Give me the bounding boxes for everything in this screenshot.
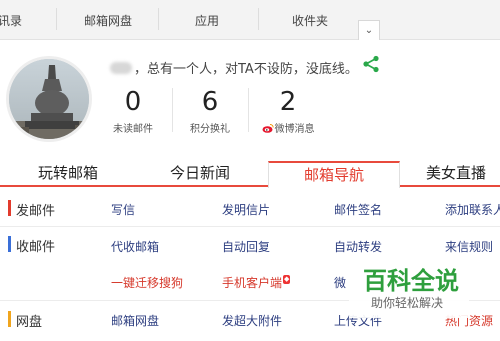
nav-item-apps[interactable]: 应用 <box>195 12 219 29</box>
link-migrate-sogou[interactable]: 一键迁移搜狗 <box>111 274 183 291</box>
nav-item-contacts[interactable]: 讯录 <box>0 12 22 29</box>
tab-today-news[interactable]: 今日新闻 <box>140 161 260 187</box>
section-title-send: 发邮件 <box>16 204 56 219</box>
stat-value: 2 <box>279 87 297 117</box>
nav-tabs: 玩转邮箱 今日新闻 邮箱导航 美女直播 <box>0 161 500 188</box>
link-mail-disk[interactable]: 邮箱网盘 <box>111 312 159 329</box>
link-mail-rules[interactable]: 来信规则 <box>445 238 493 255</box>
chevron-down-icon: ⌄ <box>364 25 374 36</box>
pagoda-photo <box>9 59 89 139</box>
link-mobile-client[interactable]: 手机客户端 ◆ <box>222 274 291 291</box>
section-title-disk: 网盘 <box>16 315 43 330</box>
link-collect-mail[interactable]: 代收邮箱 <box>111 238 159 255</box>
share-icon[interactable] <box>362 55 380 73</box>
watermark: 百科全说 助你轻松解决 <box>349 262 469 318</box>
watermark-logo: 百科全说 <box>363 267 459 294</box>
nav-divider <box>258 8 259 30</box>
weibo-icon <box>262 124 274 133</box>
link-large-attachment[interactable]: 发超大附件 <box>222 312 282 329</box>
tab-mail-navigation[interactable]: 邮箱导航 <box>268 161 400 188</box>
stat-value: 0 <box>124 87 142 117</box>
watermark-subtitle: 助你轻松解决 <box>371 296 444 310</box>
watermark-logo-text: 百科全说 <box>363 267 459 294</box>
stat-divider <box>172 88 173 132</box>
section-marker-receive <box>8 236 11 252</box>
row-divider <box>0 226 500 227</box>
stat-label: 微博消息 <box>274 124 315 135</box>
link-weixin[interactable]: 微 <box>334 274 346 291</box>
stat-label: 积分换礼 <box>190 124 230 135</box>
section-title-receive: 收邮件 <box>16 240 56 255</box>
profile-tagline: ，总有一个人，对TA不设防，没底线。 <box>110 58 358 77</box>
tab-live-stream[interactable]: 美女直播 <box>406 161 500 187</box>
tagline-text: ，总有一个人，对TA不设防，没底线。 <box>134 62 358 77</box>
link-auto-reply[interactable]: 自动回复 <box>222 238 270 255</box>
tab-play-mailbox[interactable]: 玩转邮箱 <box>12 161 124 187</box>
link-add-contact[interactable]: 添加联系人 <box>445 201 500 218</box>
stat-label: 未读邮件 <box>113 124 153 135</box>
top-nav: 讯录 邮箱网盘 应用 收件夹 ⌄ <box>0 0 500 40</box>
link-write-mail[interactable]: 写信 <box>111 201 135 218</box>
stat-value: 6 <box>201 87 219 117</box>
stat-divider <box>248 88 249 132</box>
nav-divider <box>56 8 57 30</box>
new-badge-icon: ◆ <box>283 275 291 284</box>
stat-weibo[interactable]: 2 微博消息 <box>258 88 318 135</box>
stat-unread-mail[interactable]: 0 未读邮件 <box>103 88 163 135</box>
nav-divider <box>158 8 159 30</box>
link-auto-forward[interactable]: 自动转发 <box>334 238 382 255</box>
blurred-username <box>110 62 132 74</box>
avatar[interactable] <box>6 56 92 142</box>
link-postcard[interactable]: 发明信片 <box>222 201 270 218</box>
stat-points[interactable]: 6 积分换礼 <box>180 88 240 135</box>
section-marker-send <box>8 200 11 216</box>
nav-dropdown-button[interactable]: ⌄ <box>358 20 380 40</box>
link-mobile-client-label: 手机客户端 <box>222 276 283 290</box>
nav-item-mail-disk[interactable]: 邮箱网盘 <box>84 12 132 29</box>
nav-item-inbox-folder[interactable]: 收件夹 <box>292 12 328 29</box>
stat-label-wrap: 微博消息 <box>258 120 318 135</box>
link-signature[interactable]: 邮件签名 <box>334 201 382 218</box>
section-marker-disk <box>8 311 11 327</box>
